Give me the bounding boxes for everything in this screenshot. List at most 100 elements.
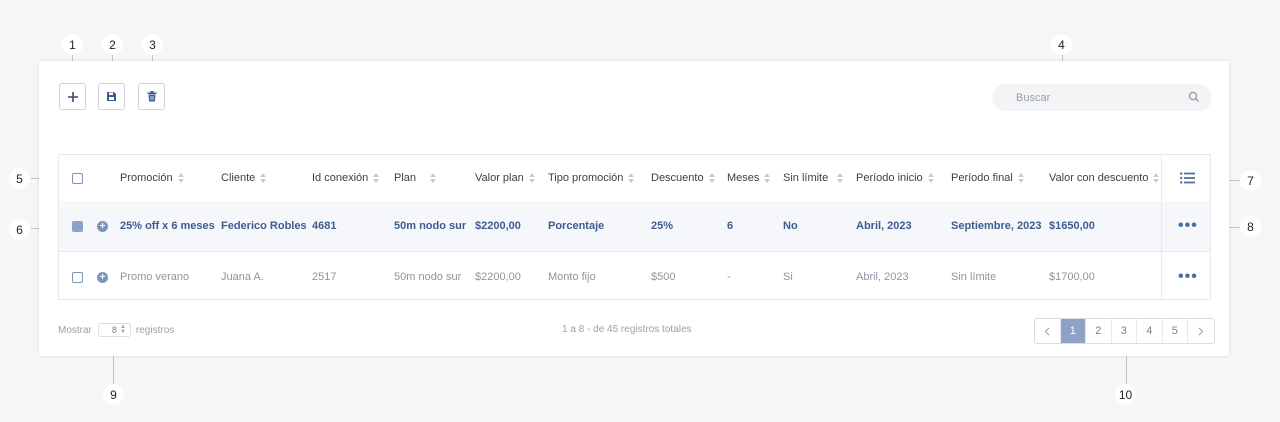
cell-periodo-inicio: Abril, 2023 — [856, 220, 912, 232]
header-periodo-inicio[interactable]: Período inicio — [856, 155, 934, 201]
cell-sin-limite: No — [783, 220, 798, 232]
sort-icon — [528, 172, 535, 184]
expand-row-button[interactable]: + — [97, 252, 108, 302]
row-checkbox[interactable] — [72, 201, 83, 251]
sort-icon — [708, 172, 715, 184]
page-size-control: Mostrar 8 ▲ ▼ registros — [58, 323, 174, 337]
page-2-button[interactable]: 2 — [1086, 319, 1112, 343]
callout-8: 8 — [1240, 216, 1261, 237]
delete-button[interactable] — [138, 83, 165, 110]
pagination: 1 2 3 4 5 — [1034, 318, 1215, 344]
cell-periodo-inicio: Abril, 2023 — [856, 271, 909, 283]
column-settings-button[interactable] — [1180, 155, 1195, 201]
page-3-button[interactable]: 3 — [1112, 319, 1137, 343]
cell-meses: 6 — [727, 220, 734, 232]
page-5-button[interactable]: 5 — [1163, 319, 1188, 343]
page-size-value: 8 — [111, 325, 117, 335]
callout-10: 10 — [1115, 384, 1136, 405]
header-plan[interactable]: Plan — [394, 155, 437, 201]
table-header: Promoción Cliente Id conexión Plan Valor… — [59, 155, 1210, 202]
sort-icon — [927, 172, 934, 184]
callout-5: 5 — [9, 168, 30, 189]
callout-6: 6 — [9, 219, 30, 240]
header-cliente[interactable]: Cliente — [221, 155, 267, 201]
page-4-button[interactable]: 4 — [1137, 319, 1163, 343]
trash-icon — [147, 91, 156, 102]
chevron-left-icon — [1044, 327, 1050, 335]
list-icon — [1180, 172, 1195, 184]
sort-icon — [177, 172, 184, 184]
column-divider — [1161, 155, 1162, 299]
cell-valor-con-descuento: $1650,00 — [1049, 220, 1095, 232]
records-summary: 1 a 8 - de 45 registros totales — [562, 324, 692, 335]
header-descuento[interactable]: Descuento — [651, 155, 715, 201]
cell-descuento: $500 — [651, 271, 676, 283]
cell-meses: - — [727, 271, 731, 283]
sort-icon — [373, 172, 380, 184]
cell-valor-plan: $2200,00 — [475, 220, 521, 232]
callout-9: 9 — [103, 384, 124, 405]
sort-icon — [628, 172, 635, 184]
search-placeholder: Buscar — [1016, 91, 1051, 104]
cell-valor-con-descuento: $1700,00 — [1049, 271, 1095, 283]
header-id-conexion[interactable]: Id conexión — [312, 155, 380, 201]
row-actions-button[interactable]: ••• — [1178, 252, 1198, 302]
cell-id-conexion: 4681 — [312, 220, 337, 232]
sort-icon — [1017, 172, 1024, 184]
cell-tipo-promocion: Monto fijo — [548, 271, 596, 283]
promotions-table: Promoción Cliente Id conexión Plan Valor… — [58, 154, 1211, 300]
add-button[interactable] — [59, 83, 86, 110]
search-input[interactable]: Buscar — [992, 84, 1212, 111]
stepper-arrows-icon[interactable]: ▲ ▼ — [120, 324, 126, 335]
show-label: Mostrar — [58, 324, 92, 336]
sort-icon — [837, 172, 844, 184]
header-valor-con-descuento[interactable]: Valor con descuento — [1049, 155, 1160, 201]
plus-circle-icon: + — [97, 271, 108, 283]
cell-id-conexion: 2517 — [312, 271, 337, 283]
cell-periodo-final: Septiembre, 2023 — [951, 220, 1042, 232]
cell-plan: 50m nodo sur — [394, 271, 462, 283]
row-checkbox[interactable] — [72, 252, 83, 302]
cell-sin-limite: Si — [783, 271, 793, 283]
cell-plan: 50m nodo sur — [394, 220, 467, 232]
page-1-button[interactable]: 1 — [1060, 319, 1086, 343]
callout-4: 4 — [1051, 34, 1072, 55]
table-row[interactable]: + Promo verano Juana A. 2517 50m nodo su… — [59, 252, 1210, 302]
cell-promocion: 25% off x 6 meses — [120, 220, 215, 232]
callout-3: 3 — [142, 34, 163, 55]
callout-2: 2 — [102, 34, 123, 55]
floppy-disk-icon — [107, 92, 116, 101]
header-periodo-final[interactable]: Período final — [951, 155, 1024, 201]
cell-promocion: Promo verano — [120, 271, 190, 283]
header-meses[interactable]: Meses — [727, 155, 771, 201]
save-button[interactable] — [98, 83, 125, 110]
table-row[interactable]: + 25% off x 6 meses Federico Robles 4681… — [59, 201, 1210, 252]
more-horizontal-icon: ••• — [1178, 217, 1198, 234]
more-horizontal-icon: ••• — [1178, 268, 1198, 285]
sort-icon — [430, 172, 437, 184]
header-promocion[interactable]: Promoción — [120, 155, 184, 201]
sort-icon — [764, 172, 771, 184]
header-tipo-promocion[interactable]: Tipo promoción — [548, 155, 635, 201]
cell-cliente: Juana A. — [221, 271, 264, 283]
header-valor-plan[interactable]: Valor plan — [475, 155, 535, 201]
callout-7: 7 — [1240, 170, 1261, 191]
cell-valor-plan: $2200,00 — [475, 271, 521, 283]
plus-circle-icon: + — [97, 220, 108, 232]
sort-icon — [260, 172, 267, 184]
cell-cliente: Federico Robles — [221, 220, 307, 232]
search-icon[interactable] — [1188, 91, 1200, 103]
header-sin-limite[interactable]: Sin límite — [783, 155, 844, 201]
page-size-stepper[interactable]: 8 ▲ ▼ — [97, 323, 131, 337]
records-label: registros — [135, 324, 175, 336]
cell-periodo-final: Sin límite — [951, 271, 997, 283]
next-page-button[interactable] — [1188, 319, 1214, 343]
prev-page-button[interactable] — [1035, 319, 1061, 343]
chevron-right-icon — [1198, 327, 1204, 335]
cell-descuento: 25% — [651, 220, 674, 232]
cell-tipo-promocion: Porcentaje — [548, 220, 605, 232]
sort-icon — [1153, 172, 1160, 184]
expand-row-button[interactable]: + — [97, 201, 108, 251]
select-all-checkbox[interactable] — [72, 155, 83, 201]
row-actions-button[interactable]: ••• — [1178, 201, 1198, 251]
